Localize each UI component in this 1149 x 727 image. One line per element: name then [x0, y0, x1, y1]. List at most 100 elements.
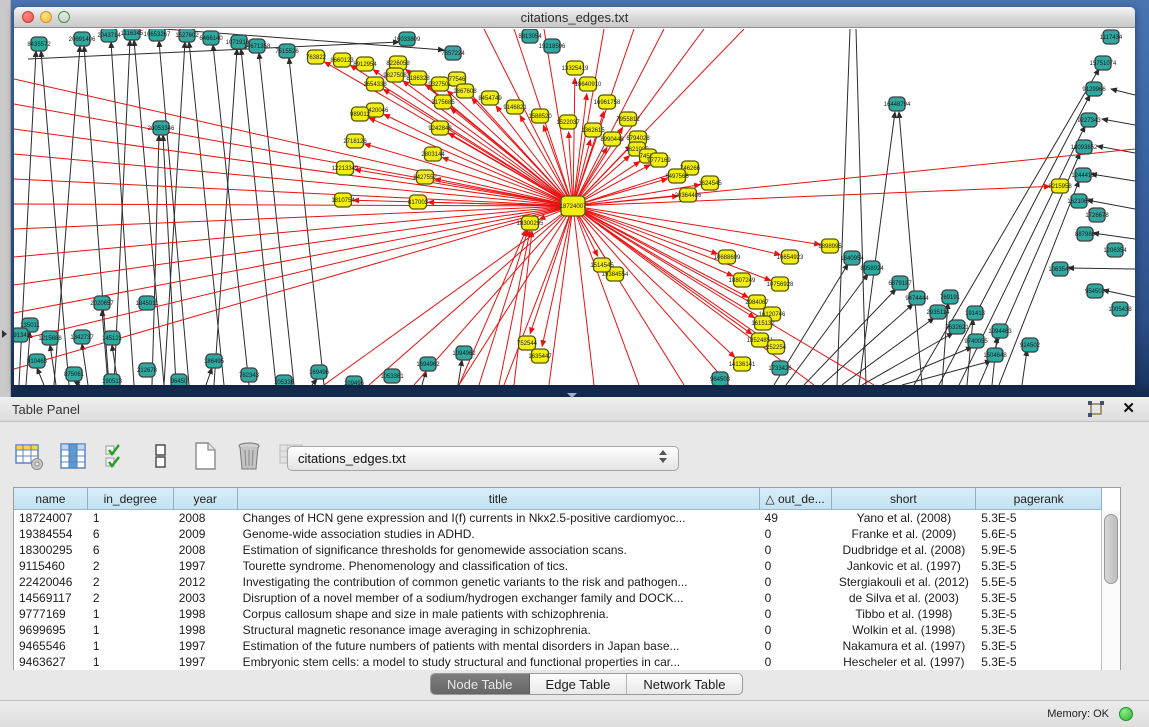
delete-table-icon[interactable] [234, 441, 264, 471]
table-cell: 2008 [174, 510, 238, 526]
graph-edge [549, 206, 573, 385]
table-cell: 1 [88, 638, 174, 654]
column-header-pagerank[interactable]: pagerank [976, 488, 1102, 510]
application-window: citations_edges.txt 18724007763822866012… [0, 0, 1149, 727]
table-cell: 0 [760, 638, 832, 654]
column-header-out_de[interactable]: △ out_de... [760, 488, 832, 510]
graph-edge [573, 206, 780, 255]
table-row[interactable]: 1938455462009Genome-wide association stu… [14, 526, 1102, 542]
graph-node-label: 9129966 [1082, 87, 1106, 93]
column-header-title[interactable]: title [238, 488, 760, 510]
graph-node-label: 1504648 [983, 353, 1007, 359]
graph-edge [573, 186, 1050, 206]
graph-node-label: 887988 [1075, 232, 1096, 238]
table-row[interactable]: 946554611997Estimation of the future num… [14, 638, 1102, 654]
table-cell: 0 [760, 526, 832, 542]
column-header-in_degree[interactable]: in_degree [88, 488, 174, 510]
graph-node-label: 1342737 [70, 335, 94, 341]
scrollbar-thumb[interactable] [1104, 514, 1118, 584]
table-cell: Tourette syndrome. Phenomenology and cla… [238, 558, 760, 574]
table-cell: 9699695 [14, 622, 88, 638]
graph-node-label: 8215958 [1048, 184, 1072, 190]
graph-node-label: 18807249 [729, 278, 756, 284]
table-row[interactable]: 969969511998Structural magnetic resonanc… [14, 622, 1102, 638]
table-row[interactable]: 2242004622012Investigating the contribut… [14, 574, 1102, 590]
table-source-dropdown[interactable]: citations_edges.txt [287, 446, 679, 471]
column-header-year[interactable]: year [174, 488, 238, 510]
column-header-name[interactable]: name [14, 488, 88, 510]
table-cell: 18724007 [14, 510, 88, 526]
new-document-icon[interactable] [190, 441, 220, 471]
graph-node-label: 2803144 [421, 152, 445, 158]
left-splitter[interactable] [0, 0, 11, 397]
splitter-handle-icon[interactable] [567, 393, 577, 398]
graph-node-label: 1640954 [840, 256, 864, 262]
table-cell: 5.3E-5 [976, 558, 1102, 574]
network-canvas[interactable]: 1872400776382286601238912954822605898275… [14, 29, 1135, 385]
column-select-icon[interactable] [58, 441, 88, 471]
graph-node-label: 12093852 [1071, 145, 1098, 151]
table-cell: 5.5E-5 [976, 574, 1102, 590]
table-cell: 2012 [174, 574, 238, 590]
table-cell: 1998 [174, 622, 238, 638]
graph-edge [999, 181, 1079, 385]
table-cell: 0 [760, 558, 832, 574]
table-cell: 2009 [174, 526, 238, 542]
table-cell: Embryonic stem cells: a model to study s… [238, 654, 760, 670]
table-row[interactable]: 977716911998Corpus callosum shape and si… [14, 606, 1102, 622]
graph-node-label: 8226058 [386, 61, 410, 67]
table-cell: Hescheler et al. (1997) [831, 654, 976, 670]
table-cell: 2008 [174, 542, 238, 558]
graph-edge [1068, 268, 1135, 269]
graph-node-label: 14671358 [244, 44, 271, 50]
graph-node-label: 1726678 [1085, 213, 1109, 219]
close-icon[interactable]: ✕ [1122, 399, 1135, 417]
table-cell: 22420046 [14, 574, 88, 590]
graph-edge [902, 361, 991, 385]
table-cell: 1 [88, 510, 174, 526]
graph-edge [573, 206, 718, 254]
graph-node-label: 1588520 [528, 114, 552, 120]
expand-panel-icon[interactable] [2, 330, 7, 338]
table-cell: 9777169 [14, 606, 88, 622]
graph-node-label: 8990448 [600, 137, 624, 143]
vertical-scrollbar[interactable] [1101, 510, 1120, 670]
graph-edge [856, 29, 866, 385]
table-cell: Nakamura et al. (1997) [831, 638, 976, 654]
stepper-arrows-icon [659, 450, 668, 468]
graph-edge [1093, 233, 1135, 239]
graph-node-label: 954502 [1085, 289, 1106, 295]
table-cell: 0 [760, 542, 832, 558]
graph-edge [159, 41, 189, 385]
tab-network-table[interactable]: Network Table [627, 674, 741, 694]
graph-edge [14, 104, 573, 206]
graph-node-label: 3175685 [431, 100, 455, 106]
table-cell: 5.6E-5 [976, 526, 1102, 542]
table-row[interactable]: 911546021997Tourette syndrome. Phenomeno… [14, 558, 1102, 574]
table-row[interactable]: 1830029562008Estimation of significance … [14, 542, 1102, 558]
table-row[interactable]: 1456911722003Disruption of a novel membe… [14, 590, 1102, 606]
network-window-titlebar[interactable]: citations_edges.txt [14, 7, 1135, 28]
table-header-row: namein_degreeyeartitle△ out_de...shortpa… [14, 488, 1102, 510]
memory-status-indicator[interactable] [1119, 707, 1133, 721]
table-row[interactable]: 946362711997Embryonic stem cells: a mode… [14, 654, 1102, 670]
rows-icon[interactable] [146, 441, 176, 471]
graph-node-label: 1053361 [380, 374, 404, 380]
table-cell: 9465546 [14, 638, 88, 654]
graph-node-label: 1522037 [556, 120, 580, 126]
table-cell: 9115460 [14, 558, 88, 574]
tab-node-table[interactable]: Node Table [431, 674, 530, 694]
tab-edge-table[interactable]: Edge Table [530, 674, 628, 694]
graph-node-label: 145121 [102, 336, 123, 342]
table-settings-icon[interactable] [14, 441, 44, 471]
table-cell: Estimation of the future numbers of pati… [238, 638, 760, 654]
column-header-short[interactable]: short [832, 488, 977, 510]
float-window-icon[interactable] [1087, 401, 1105, 417]
checklist-icon[interactable] [102, 441, 132, 471]
graph-node-label: 1244415 [1071, 173, 1095, 179]
table-row[interactable]: 1872400712008Changes of HCN gene express… [14, 510, 1102, 526]
graph-node-label: 7632621 [945, 325, 969, 331]
table-cell: Investigating the contribution of common… [238, 574, 760, 590]
table-cell: 9463627 [14, 654, 88, 670]
graph-edge [1102, 119, 1135, 125]
